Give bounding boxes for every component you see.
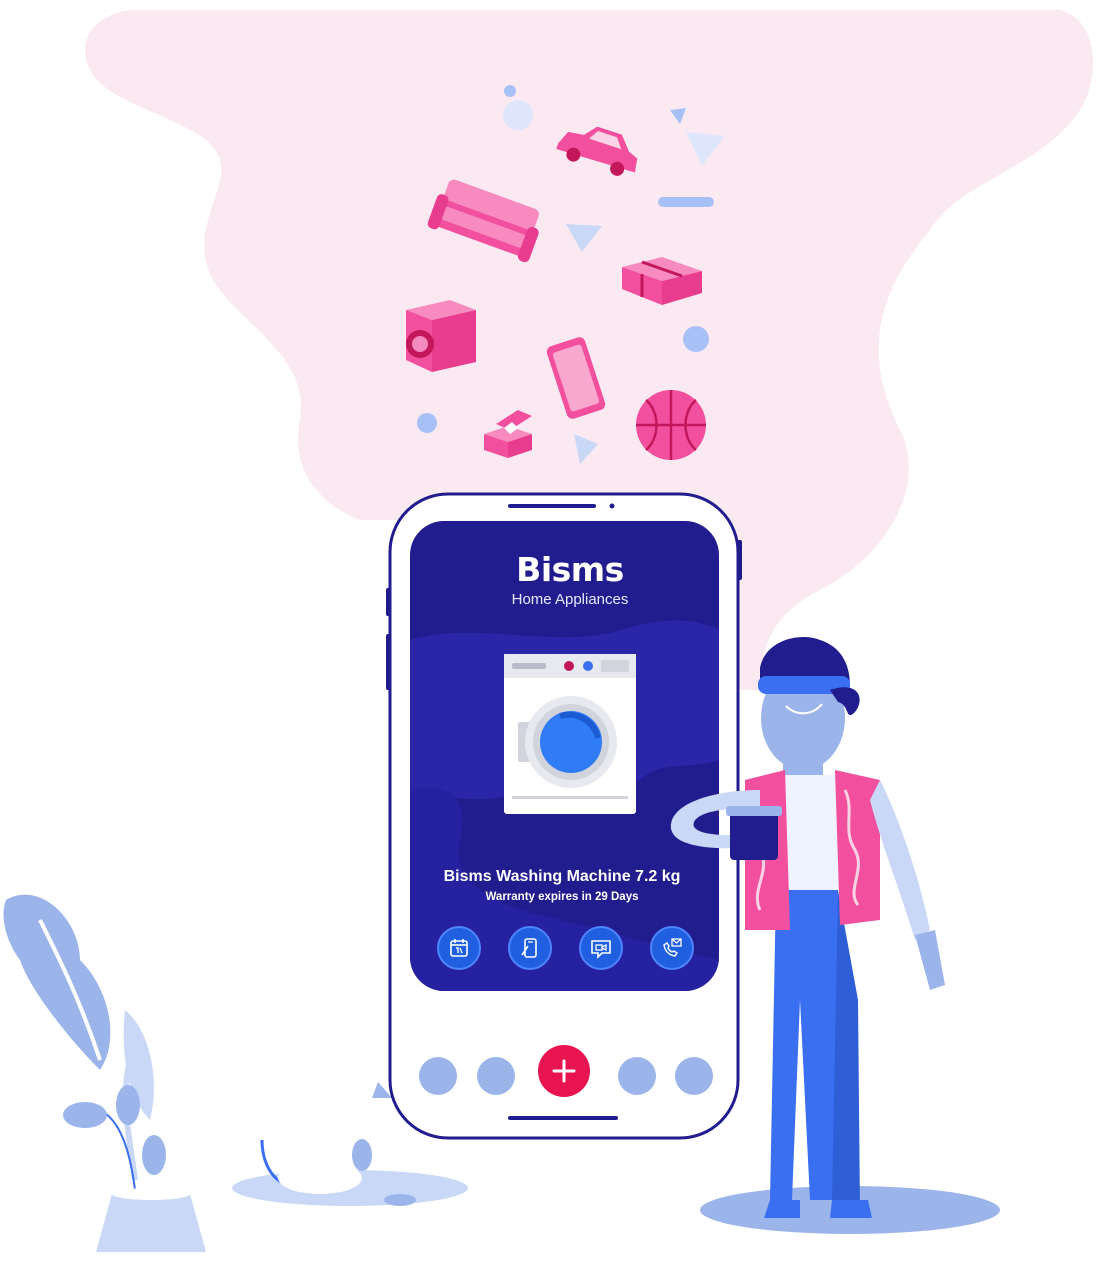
calendar-icon bbox=[450, 939, 468, 957]
nav-item-1[interactable] bbox=[419, 1057, 457, 1095]
bubble-icon bbox=[503, 100, 533, 130]
bubble-icon bbox=[417, 413, 437, 433]
nav-item-2[interactable] bbox=[477, 1057, 515, 1095]
phone-document-icon bbox=[521, 938, 537, 958]
calendar-button[interactable] bbox=[437, 926, 481, 970]
video-chat-button[interactable] bbox=[579, 926, 623, 970]
dash-shape bbox=[658, 197, 714, 207]
bubble-icon bbox=[683, 326, 709, 352]
video-chat-icon bbox=[591, 940, 611, 959]
potted-plant-illustration bbox=[3, 894, 206, 1252]
basketball-icon bbox=[636, 390, 706, 460]
nav-item-3[interactable] bbox=[618, 1057, 656, 1095]
brand-subtitle: Home Appliances bbox=[511, 591, 629, 608]
add-button[interactable] bbox=[538, 1045, 590, 1097]
washer-cube-icon bbox=[406, 300, 476, 372]
phone-mail-icon bbox=[663, 938, 682, 957]
brand-title: Bisms bbox=[516, 550, 624, 589]
phone-mail-button[interactable] bbox=[650, 926, 694, 970]
nav-item-4[interactable] bbox=[675, 1057, 713, 1095]
warranty-status: Warranty expires in 29 Days bbox=[485, 891, 639, 903]
washing-machine-image bbox=[504, 654, 636, 814]
add-icon bbox=[552, 1059, 576, 1083]
phone-document-button[interactable] bbox=[508, 926, 552, 970]
product-name: Bisms Washing Machine 7.2 kg bbox=[443, 868, 681, 885]
bubble-icon bbox=[504, 85, 516, 97]
